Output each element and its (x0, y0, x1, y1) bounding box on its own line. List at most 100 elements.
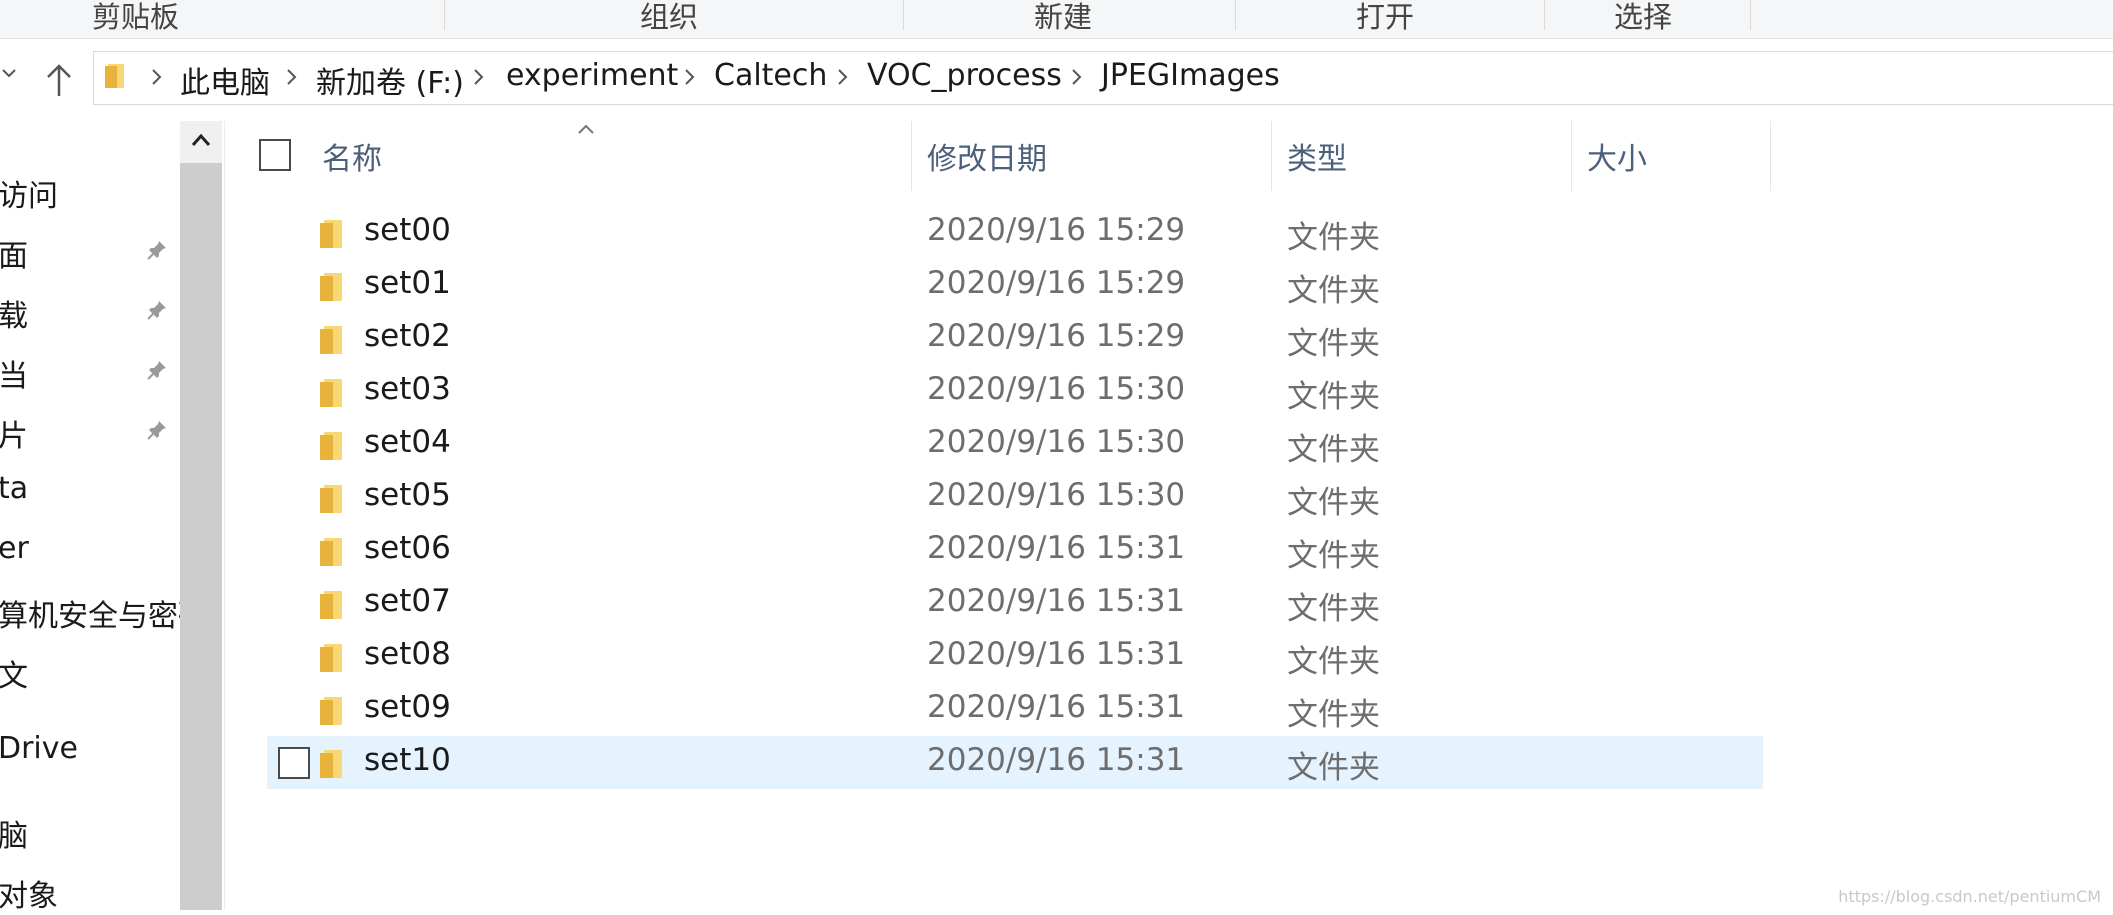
ribbon-group-select[interactable]: 选择 (1614, 0, 1672, 36)
breadcrumb-chevron-icon[interactable] (285, 68, 297, 86)
breadcrumb-chevron-icon[interactable] (1070, 68, 1082, 86)
file-row[interactable]: set02 2020/9/16 15:29 文件夹 (267, 312, 1763, 365)
column-divider[interactable] (911, 121, 912, 191)
file-row[interactable]: set03 2020/9/16 15:30 文件夹 (267, 365, 1763, 418)
ribbon-divider (903, 0, 904, 30)
column-header-modified[interactable]: 修改日期 (927, 134, 1047, 178)
folder-icon (320, 326, 342, 354)
file-row[interactable]: set04 2020/9/16 15:30 文件夹 (267, 418, 1763, 471)
column-divider[interactable] (1271, 121, 1272, 191)
file-modified-date: 2020/9/16 15:31 (927, 530, 1186, 566)
sort-ascending-icon (578, 124, 594, 134)
file-type: 文件夹 (1287, 750, 1380, 786)
recent-locations-chevron-icon[interactable] (2, 66, 16, 80)
select-all-checkbox[interactable] (259, 139, 291, 171)
nav-pane-scrollbar[interactable] (180, 121, 222, 910)
nav-item-data[interactable]: ta (0, 471, 28, 506)
folder-icon (105, 64, 124, 88)
file-name: set09 (364, 689, 451, 725)
breadcrumb-chevron-icon[interactable] (150, 68, 162, 86)
nav-item-3d-objects[interactable]: 对象 (0, 871, 58, 915)
nav-item-this-pc[interactable]: 脑 (0, 811, 28, 855)
row-checkbox[interactable] (278, 747, 310, 779)
folder-icon (320, 432, 342, 460)
breadcrumb-experiment[interactable]: experiment (506, 58, 678, 93)
breadcrumb-volume-f[interactable]: 新加卷 (F:) (316, 58, 464, 102)
file-type: 文件夹 (1287, 485, 1380, 521)
breadcrumb-voc-process[interactable]: VOC_process (867, 58, 1062, 93)
breadcrumb-chevron-icon[interactable] (683, 68, 695, 86)
ribbon-divider (1235, 0, 1236, 30)
nav-item-quick-access[interactable]: 访问 (0, 171, 58, 215)
file-modified-date: 2020/9/16 15:29 (927, 265, 1186, 301)
file-type: 文件夹 (1287, 273, 1380, 309)
chevron-up-icon (191, 133, 211, 146)
file-type: 文件夹 (1287, 432, 1380, 468)
nav-item-desktop[interactable]: 面 (0, 231, 28, 275)
ribbon-group-new[interactable]: 新建 (1034, 0, 1092, 36)
ribbon-divider (444, 0, 445, 30)
file-modified-date: 2020/9/16 15:29 (927, 318, 1186, 354)
pane-divider (224, 121, 225, 910)
file-type: 文件夹 (1287, 326, 1380, 362)
breadcrumb-jpegimages[interactable]: JPEGImages (1101, 58, 1280, 93)
file-type: 文件夹 (1287, 697, 1380, 733)
nav-item-security-course[interactable]: 算机安全与密码 (0, 591, 208, 635)
ribbon-group-clipboard[interactable]: 剪贴板 (92, 0, 179, 36)
breadcrumb-chevron-icon[interactable] (836, 68, 848, 86)
folder-icon (320, 644, 342, 672)
pin-icon[interactable] (145, 358, 169, 382)
nav-item-folder-er[interactable]: er (0, 531, 29, 566)
file-row[interactable]: set05 2020/9/16 15:30 文件夹 (267, 471, 1763, 524)
column-header-name[interactable]: 名称 (322, 134, 382, 178)
column-divider[interactable] (1770, 121, 1771, 191)
nav-item-documents[interactable]: 当 (0, 351, 28, 395)
file-name: set01 (364, 265, 451, 301)
file-row[interactable]: set08 2020/9/16 15:31 文件夹 (267, 630, 1763, 683)
folder-icon (320, 750, 342, 778)
file-name: set05 (364, 477, 451, 513)
breadcrumb-chevron-icon[interactable] (472, 68, 484, 86)
nav-item-downloads[interactable]: 载 (0, 291, 28, 335)
ribbon-group-organize[interactable]: 组织 (640, 0, 698, 36)
file-row[interactable]: set07 2020/9/16 15:31 文件夹 (267, 577, 1763, 630)
file-row[interactable]: set01 2020/9/16 15:29 文件夹 (267, 259, 1763, 312)
file-row[interactable]: set10 2020/9/16 15:31 文件夹 (267, 736, 1763, 789)
file-modified-date: 2020/9/16 15:31 (927, 583, 1186, 619)
folder-icon (320, 220, 342, 248)
file-modified-date: 2020/9/16 15:31 (927, 636, 1186, 672)
folder-icon (320, 485, 342, 513)
column-header-size[interactable]: 大小 (1587, 134, 1647, 178)
ribbon-divider (1544, 0, 1545, 30)
folder-icon (320, 591, 342, 619)
file-name: set00 (364, 212, 451, 248)
column-divider[interactable] (1571, 121, 1572, 191)
nav-item-folder-wen[interactable]: 文 (0, 651, 28, 695)
watermark: https://blog.csdn.net/pentiumCM (1838, 887, 2101, 906)
nav-item-pictures[interactable]: 片 (0, 411, 28, 455)
breadcrumb-caltech[interactable]: Caltech (714, 58, 827, 93)
file-modified-date: 2020/9/16 15:31 (927, 689, 1186, 725)
ribbon-bar: 剪贴板 组织 新建 打开 选择 (0, 0, 2113, 39)
pin-icon[interactable] (145, 238, 169, 262)
breadcrumb-this-pc[interactable]: 此电脑 (180, 58, 270, 102)
pin-icon[interactable] (145, 298, 169, 322)
file-row[interactable]: set00 2020/9/16 15:29 文件夹 (267, 206, 1763, 259)
folder-icon (320, 697, 342, 725)
file-row[interactable]: set06 2020/9/16 15:31 文件夹 (267, 524, 1763, 577)
file-name: set06 (364, 530, 451, 566)
file-type: 文件夹 (1287, 220, 1380, 256)
up-arrow-icon[interactable] (44, 62, 74, 98)
column-header-type[interactable]: 类型 (1287, 134, 1347, 178)
pin-icon[interactable] (145, 418, 169, 442)
file-modified-date: 2020/9/16 15:30 (927, 424, 1186, 460)
file-name: set04 (364, 424, 451, 460)
file-name: set07 (364, 583, 451, 619)
file-type: 文件夹 (1287, 538, 1380, 574)
ribbon-group-open[interactable]: 打开 (1356, 0, 1414, 36)
file-name: set02 (364, 318, 451, 354)
file-row[interactable]: set09 2020/9/16 15:31 文件夹 (267, 683, 1763, 736)
nav-item-onedrive[interactable]: Drive (0, 731, 78, 766)
file-modified-date: 2020/9/16 15:30 (927, 477, 1186, 513)
folder-icon (320, 273, 342, 301)
